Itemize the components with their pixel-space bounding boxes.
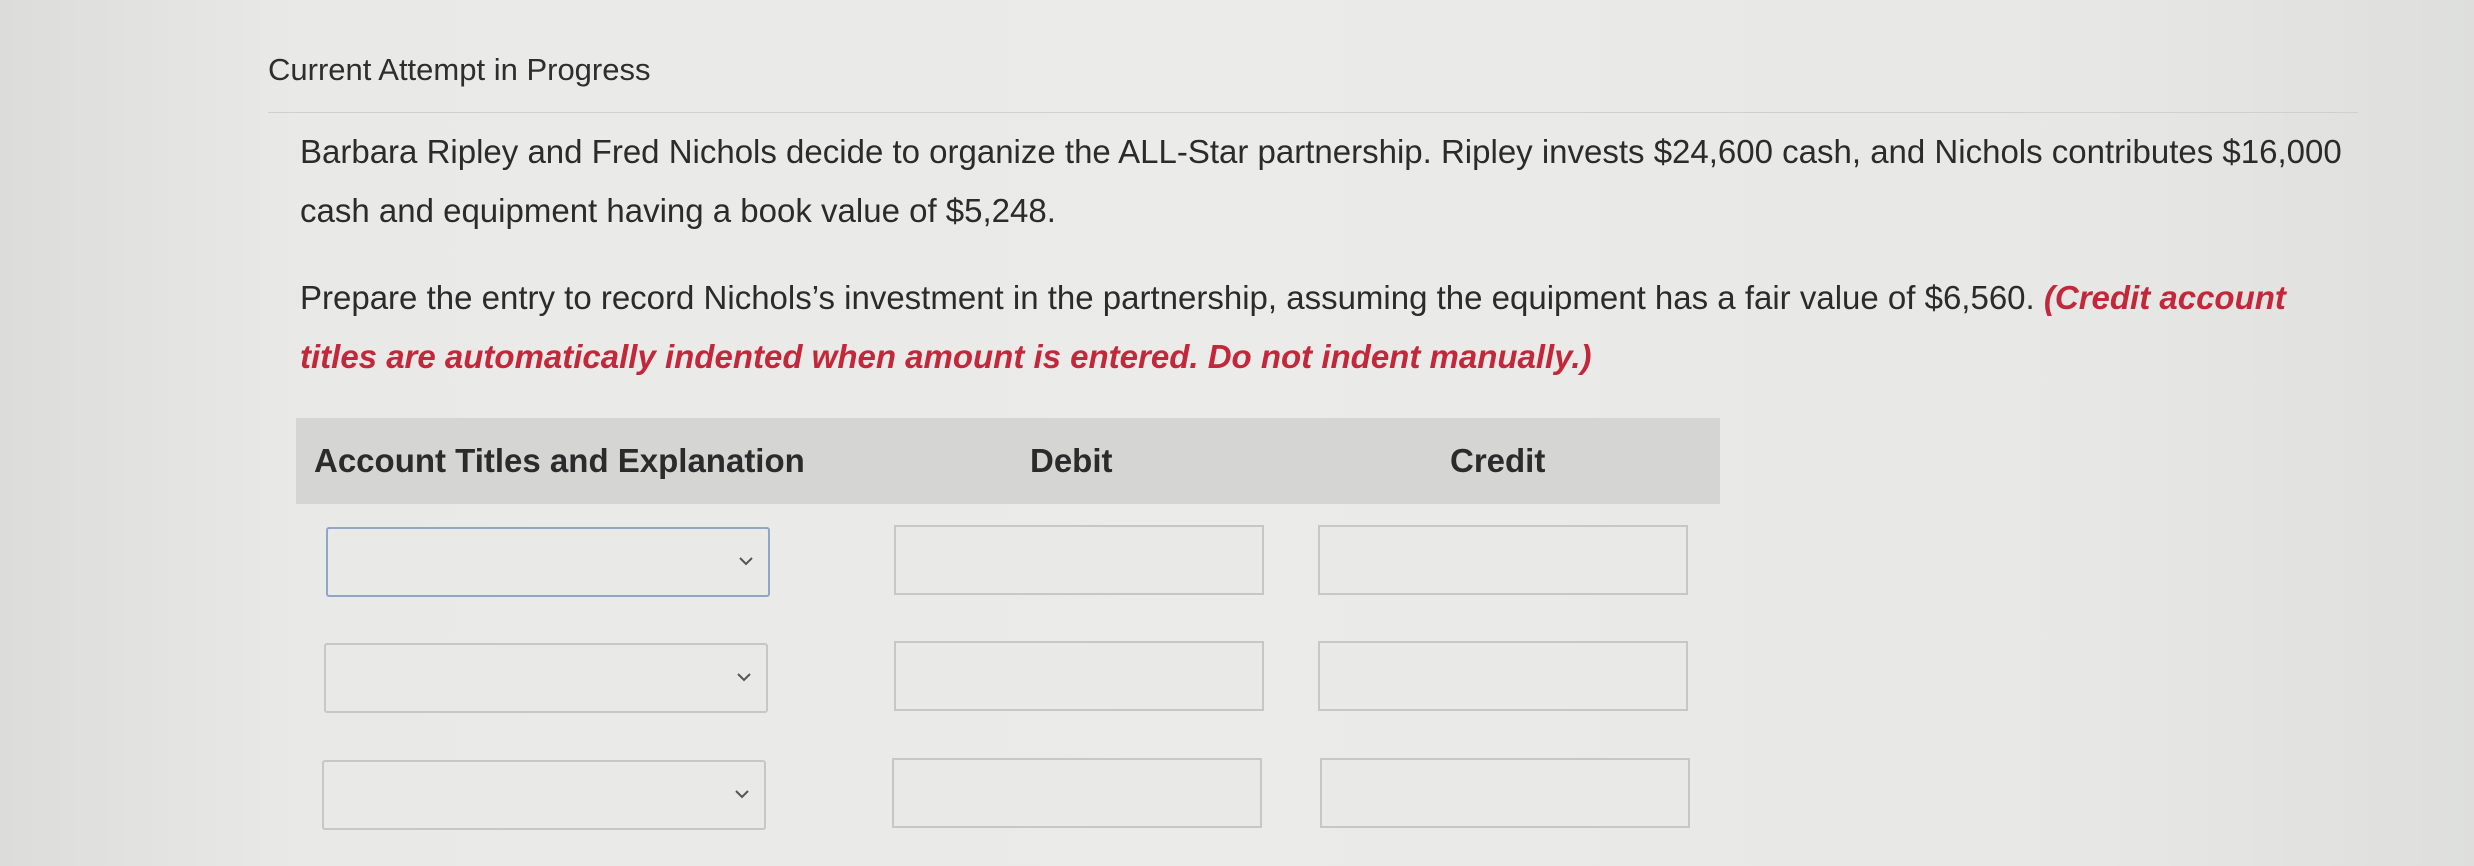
column-header-credit: Credit: [1450, 442, 1546, 479]
debit-input[interactable]: [892, 758, 1262, 828]
chevron-down-icon: [735, 790, 749, 799]
debit-input[interactable]: [894, 641, 1264, 711]
problem-statement: Barbara Ripley and Fred Nichols decide t…: [300, 133, 2342, 229]
problem-instructions: Prepare the entry to record Nichols’s in…: [300, 268, 2360, 386]
column-header-debit: Debit: [1030, 442, 1113, 479]
credit-input[interactable]: [1320, 758, 1690, 828]
column-header-account: Account Titles and Explanation: [314, 442, 805, 479]
chevron-down-icon: [739, 557, 753, 566]
journal-table-header: Account Titles and Explanation Debit Cre…: [296, 418, 1720, 504]
account-title-select[interactable]: [322, 760, 766, 830]
debit-input[interactable]: [894, 525, 1264, 595]
attempt-heading: Current Attempt in Progress: [268, 52, 651, 87]
instruction-text: Prepare the entry to record Nichols’s in…: [300, 279, 2044, 316]
chevron-down-icon: [737, 673, 751, 682]
account-title-select[interactable]: [324, 643, 768, 713]
divider: [268, 112, 2358, 113]
credit-input[interactable]: [1318, 641, 1688, 711]
credit-input[interactable]: [1318, 525, 1688, 595]
page: Current Attempt in Progress Barbara Ripl…: [0, 0, 2474, 866]
account-title-select[interactable]: [326, 527, 770, 597]
